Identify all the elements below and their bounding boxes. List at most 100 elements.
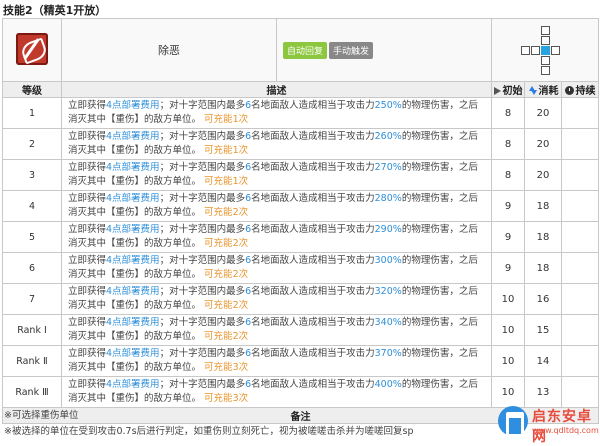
play-icon <box>493 87 501 95</box>
damage-percent: 370% <box>374 348 402 359</box>
desc-text: 名地面敌人造成相当于攻击力 <box>251 255 375 266</box>
desc-text: 4点部署费用 <box>106 286 160 297</box>
sp-cost-cell: 15 <box>524 314 562 346</box>
level-cell: Rank Ⅱ <box>2 345 62 377</box>
range-empty <box>551 36 560 45</box>
sp-cost-cell: 20 <box>524 128 562 160</box>
damage-percent: 280% <box>374 193 402 204</box>
duration-cell <box>560 376 600 408</box>
desc-header: 描述 <box>61 81 492 98</box>
range-empty <box>521 36 530 45</box>
level-cell: 4 <box>2 190 62 222</box>
section-title: 技能2（精英1开放） <box>3 4 107 17</box>
init-sp-cell: 8 <box>491 97 525 129</box>
desc-text: 立即获得 <box>68 100 107 111</box>
init-sp-cell: 10 <box>491 314 525 346</box>
range-empty <box>531 36 540 45</box>
damage-percent: 250% <box>374 100 402 111</box>
skill-icon <box>16 32 48 65</box>
watermark-url: www.qdltdq.com <box>532 426 599 435</box>
charges-text: 2次 <box>232 331 249 342</box>
desc-text: 4点部署费用 <box>106 162 160 173</box>
duration-cell <box>560 159 600 191</box>
desc-text: 4点部署费用 <box>106 131 160 142</box>
duration-cell <box>560 314 600 346</box>
charges-text: 1次 <box>232 145 249 156</box>
charges-text: 可充能 <box>204 331 233 342</box>
desc-text: 名地面敌人造成相当于攻击力 <box>251 379 375 390</box>
description-cell: 立即获得4点部署费用；对十字范围内最多6名地面敌人造成相当于攻击力290%的物理… <box>61 221 492 253</box>
desc-text: ；对十字范围内最多 <box>159 224 246 235</box>
range-cell <box>490 18 600 82</box>
range-cell-tile <box>520 45 530 55</box>
table-row: Rank Ⅱ 立即获得4点部署费用；对十字范围内最多6名地面敌人造成相当于攻击力3… <box>2 345 600 377</box>
sp-cost-cell: 13 <box>524 376 562 408</box>
attack-range-grid <box>520 25 570 75</box>
init-sp-cell: 10 <box>491 283 525 315</box>
charges-text: 3次 <box>232 362 249 373</box>
init-sp-cell: 8 <box>491 128 525 160</box>
desc-text: 名地面敌人造成相当于攻击力 <box>251 100 375 111</box>
description-cell: 立即获得4点部署费用；对十字范围内最多6名地面敌人造成相当于攻击力320%的物理… <box>61 283 492 315</box>
table-row: 7 立即获得4点部署费用；对十字范围内最多6名地面敌人造成相当于攻击力320%的物… <box>2 283 600 315</box>
damage-percent: 320% <box>374 286 402 297</box>
init-sp-cell: 10 <box>491 345 525 377</box>
charges-text: 1次 <box>232 114 249 125</box>
table-row: 5 立即获得4点部署费用；对十字范围内最多6名地面敌人造成相当于攻击力290%的物… <box>2 221 600 253</box>
desc-text: 立即获得 <box>68 255 107 266</box>
watermark: 启东安卓网 www.qdltdq.com <box>498 404 599 445</box>
desc-text: ；对十字范围内最多 <box>159 131 246 142</box>
skill-table: 除恶 自动回复 手动触发 等级 描述 初始 消耗 持续 1 立即获得4点部署费用；对… <box>1 18 600 424</box>
charges-text: 2次 <box>232 300 249 311</box>
desc-text: 立即获得 <box>68 317 107 328</box>
charges-text: 可充能 <box>204 300 233 311</box>
desc-text: 4点部署费用 <box>106 224 160 235</box>
desc-text: 立即获得 <box>68 224 107 235</box>
auto-recovery-tag: 自动回复 <box>283 41 328 59</box>
level-cell: Rank Ⅲ <box>2 376 62 408</box>
sp-cost-cell: 20 <box>524 159 562 191</box>
range-cell-tile <box>540 35 550 45</box>
phone-badge-icon <box>498 406 528 437</box>
level-cell: 1 <box>2 97 62 129</box>
desc-text: 名地面敌人造成相当于攻击力 <box>251 162 375 173</box>
range-cell-tile <box>540 25 550 35</box>
duration-cell <box>560 345 600 377</box>
sp-cost-cell: 20 <box>524 97 562 129</box>
desc-text: 名地面敌人造成相当于攻击力 <box>251 348 375 359</box>
damage-percent: 290% <box>374 224 402 235</box>
desc-text: ；对十字范围内最多 <box>159 379 246 390</box>
range-empty <box>521 66 530 75</box>
charges-text: 1次 <box>232 176 249 187</box>
desc-text: ；对十字范围内最多 <box>159 317 246 328</box>
desc-text: 立即获得 <box>68 348 107 359</box>
level-cell: 7 <box>2 283 62 315</box>
range-empty <box>551 56 560 65</box>
description-cell: 立即获得4点部署费用；对十字范围内最多6名地面敌人造成相当于攻击力400%的物理… <box>61 376 492 408</box>
desc-text: ；对十字范围内最多 <box>159 162 246 173</box>
charges-text: 可充能 <box>204 145 233 156</box>
damage-percent: 300% <box>374 255 402 266</box>
damage-percent: 340% <box>374 317 402 328</box>
range-empty <box>561 36 570 45</box>
range-empty <box>561 66 570 75</box>
notes: ※可选择重伤单位 ※被选择的单位在受到攻击0.7s后进行判定，如重伤则立刻死亡，… <box>4 408 414 440</box>
desc-text: 立即获得 <box>68 379 107 390</box>
description-cell: 立即获得4点部署费用；对十字范围内最多6名地面敌人造成相当于攻击力300%的物理… <box>61 252 492 284</box>
duration-cell <box>560 283 600 315</box>
init-sp-cell: 10 <box>491 376 525 408</box>
duration-cell <box>560 190 600 222</box>
skill-header-row: 除恶 自动回复 手动触发 <box>2 18 600 82</box>
range-empty <box>531 26 540 35</box>
duration-header: 持续 <box>560 81 600 98</box>
description-cell: 立即获得4点部署费用；对十字范围内最多6名地面敌人造成相当于攻击力270%的物理… <box>61 159 492 191</box>
description-cell: 立即获得4点部署费用；对十字范围内最多6名地面敌人造成相当于攻击力250%的物理… <box>61 97 492 129</box>
level-cell: Rank Ⅰ <box>2 314 62 346</box>
description-cell: 立即获得4点部署费用；对十字范围内最多6名地面敌人造成相当于攻击力260%的物理… <box>61 128 492 160</box>
range-cell-tile <box>540 55 550 65</box>
desc-text: 4点部署费用 <box>106 255 160 266</box>
range-empty <box>531 56 540 65</box>
init-sp-cell: 9 <box>491 190 525 222</box>
charges-text: 可充能 <box>204 207 233 218</box>
range-cell-tile <box>540 65 550 75</box>
